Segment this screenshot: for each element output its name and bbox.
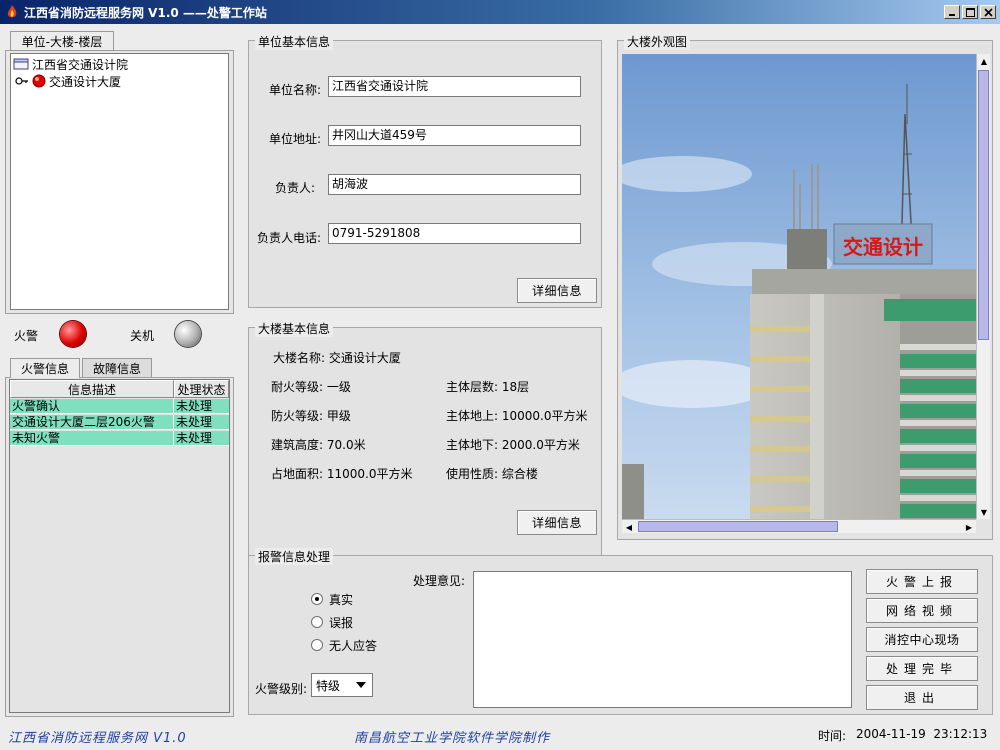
exit-button[interactable]: 退出 [866,685,978,710]
cell-status: 未处理 [174,399,229,414]
alarm-status-icon [32,74,46,88]
control-center-button[interactable]: 消控中心现场 [866,627,978,652]
column-header-description[interactable]: 信息描述 [10,380,174,398]
photo-horizontal-scrollbar[interactable]: ◀ ▶ [622,519,976,533]
maximize-button[interactable] [962,5,978,19]
title-bar: 江西省消防远程服务网 V1.0 ——处警工作站 [0,0,1000,24]
building-name: 大楼名称: 交通设计大厦 [273,351,401,365]
table-row[interactable]: 火警确认 未处理 [10,399,229,414]
scroll-thumb[interactable] [978,70,989,340]
cell-description: 未知火警 [10,431,174,446]
building-detail-button[interactable]: 详细信息 [517,510,597,535]
fire-protection-class: 防火等级: 甲级 [271,409,351,423]
fire-indicator-label: 火警 [14,329,39,343]
scroll-thumb[interactable] [638,521,838,532]
radio-false-alarm[interactable] [311,616,323,628]
scroll-right-arrow-icon[interactable]: ▶ [962,520,976,534]
building-photo: 交通设计 [622,54,976,519]
footer-app-name: 江西省消防远程服务网 V1.0 [8,731,187,746]
table-row[interactable]: 未知火警 未处理 [10,431,229,446]
building-photo-image: 交通设计 [622,54,976,519]
building-tree[interactable]: 江西省交通设计院 交通设计大厦 [10,53,229,310]
key-icon [15,77,28,85]
tab-fire-info[interactable]: 火警信息 [10,358,80,378]
footer-time-label: 时间: [818,729,847,743]
usage-type: 使用性质: 综合楼 [446,467,538,481]
alarm-handling-group: 报警信息处理 处理意见: 真实 误报 无人应答 火警级别: 特级 火警上报 网络… [248,548,993,715]
building-info-title: 大楼基本信息 [255,320,334,337]
fire-level-value: 特级 [316,678,341,693]
table-header: 信息描述 处理状态 [10,380,229,398]
unit-address-field[interactable]: 井冈山大道459号 [328,125,581,146]
opinion-textarea[interactable] [473,571,852,708]
chevron-down-icon [356,682,366,688]
radio-no-response[interactable] [311,639,323,651]
maximize-icon [965,7,975,17]
cell-description: 火警确认 [10,399,174,414]
tab-unit-building-floor[interactable]: 单位-大楼-楼层 [10,31,114,51]
main-floors: 主体层数: 18层 [446,380,530,394]
radio-real-label: 真实 [329,593,354,607]
radio-no-response-label: 无人应答 [329,639,378,653]
person-field[interactable]: 胡海波 [328,174,581,195]
minimize-icon [949,14,955,16]
tree-node-label: 江西省交通设计院 [32,57,129,72]
unit-address-label: 单位地址: [268,132,321,146]
tab-label: 单位-大楼-楼层 [21,34,103,49]
below-ground-area: 主体地下: 2000.0平方米 [446,438,580,452]
cell-status: 未处理 [174,415,229,430]
fire-level-select[interactable]: 特级 [311,673,373,697]
scroll-up-arrow-icon[interactable]: ▲ [977,54,991,68]
unit-name-label: 单位名称: [268,83,321,97]
radio-false-alarm-label: 误报 [329,616,354,630]
column-header-status[interactable]: 处理状态 [174,380,229,398]
tree-node-label: 交通设计大厦 [49,74,122,89]
alarm-handling-title: 报警信息处理 [255,548,334,565]
processing-complete-button[interactable]: 处理完毕 [866,656,978,681]
tab-label: 故障信息 [92,362,141,376]
person-label: 负责人: [274,181,315,195]
power-off-label: 关机 [130,329,155,343]
unit-detail-button[interactable]: 详细信息 [517,278,597,303]
tab-fault-info[interactable]: 故障信息 [82,358,152,378]
minimize-button[interactable] [944,5,960,19]
fire-report-button[interactable]: 火警上报 [866,569,978,594]
radio-real[interactable] [311,593,323,605]
fire-indicator-light [60,321,86,347]
building-info-group: 大楼基本信息 大楼名称: 交通设计大厦 耐火等级: 一级 主体层数: 18层 防… [248,320,602,563]
tree-node-root[interactable]: 江西省交通设计院 [13,55,128,73]
tab-label: 火警信息 [20,362,69,376]
footer-time-value: 2004-11-19 23:12:13 [856,727,988,741]
fire-level-label: 火警级别: [255,682,308,696]
tree-node-child[interactable]: 交通设计大厦 [15,72,121,90]
fire-resistance-rating: 耐火等级: 一级 [271,380,351,394]
close-button[interactable] [980,5,996,19]
building-height: 建筑高度: 70.0米 [271,438,366,452]
network-video-button[interactable]: 网络视频 [866,598,978,623]
power-off-light [175,321,201,347]
opinion-label: 处理意见: [413,574,466,588]
footer-credits: 南昌航空工业学院软件学院制作 [354,731,551,746]
scroll-down-arrow-icon[interactable]: ▼ [977,505,991,519]
sign-text: 交通设计 [843,235,923,259]
unit-info-title: 单位基本信息 [255,33,334,50]
phone-label: 负责人电话: [256,231,321,245]
cell-description: 交通设计大厦二层206火警 [10,415,174,430]
table-row[interactable]: 交通设计大厦二层206火警 未处理 [10,415,229,430]
folder-icon [13,58,29,70]
phone-field[interactable]: 0791-5291808 [328,223,581,244]
app-icon [7,5,17,18]
client-area: 单位-大楼-楼层 江西省交通设计院 交通设计大厦 火警 关机 火警信息 故障信息… [0,24,1000,750]
photo-vertical-scrollbar[interactable]: ▲ ▼ [976,54,990,519]
land-area: 占地面积: 11000.0平方米 [271,467,413,481]
cell-status: 未处理 [174,431,229,446]
above-ground-area: 主体地上: 10000.0平方米 [446,409,588,423]
fire-info-table: 信息描述 处理状态 火警确认 未处理 交通设计大厦二层206火警 未处理 未知火… [9,379,230,713]
scroll-left-arrow-icon[interactable]: ◀ [622,520,636,534]
exterior-title: 大楼外观图 [624,33,691,50]
unit-name-field[interactable]: 江西省交通设计院 [328,76,581,97]
unit-info-group: 单位基本信息 单位名称: 江西省交通设计院 单位地址: 井冈山大道459号 负责… [248,33,602,308]
close-icon [983,7,993,17]
window-title: 江西省消防远程服务网 V1.0 ——处警工作站 [24,5,267,20]
